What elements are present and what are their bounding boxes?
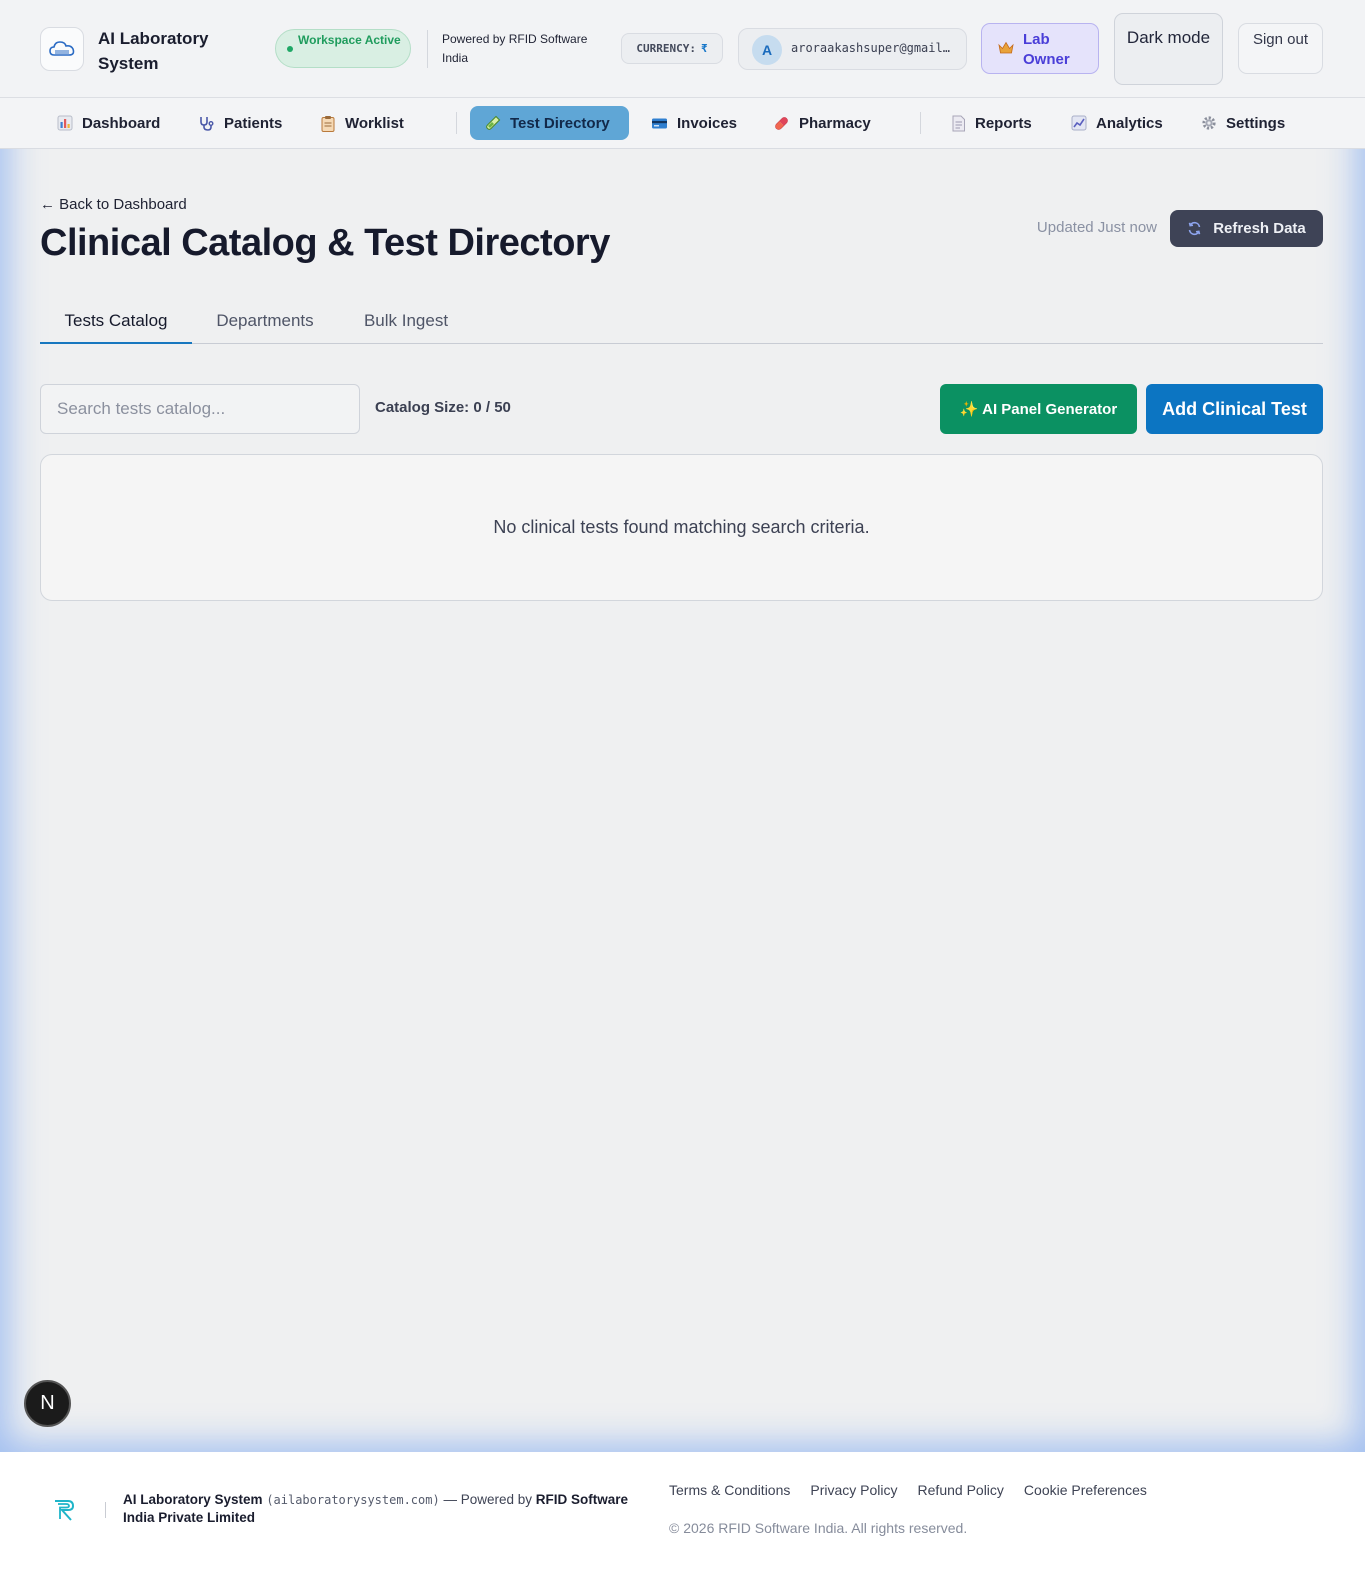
crown-icon [998,41,1014,54]
test-tube-icon [486,115,501,130]
tab-departments[interactable]: Departments [201,300,329,344]
refresh-data-button[interactable]: Refresh Data [1170,210,1323,247]
catalog-tabs: Tests Catalog Departments Bulk Ingest [40,300,1323,344]
bar-chart-icon [57,115,73,131]
nav-item-invoices[interactable]: Invoices [636,106,752,140]
add-clinical-test-label: Add Clinical Test [1162,398,1307,419]
floating-n-badge[interactable]: N [24,1380,71,1427]
empty-state-message: No clinical tests found matching search … [493,517,870,537]
ai-panel-generator-label: ✨ AI Panel Generator [959,401,1118,418]
tab-bulk-ingest[interactable]: Bulk Ingest [349,300,463,344]
copyright-text: © 2026 RFID Software India. All rights r… [669,1520,968,1536]
powered-by-text: Powered by RFID Software India [442,32,588,65]
nav-label: Patients [224,114,283,132]
status-text: Workspace Active [298,33,401,47]
app-logo[interactable] [40,27,84,71]
back-to-dashboard-link[interactable]: ← Back to Dashboard [40,196,187,213]
workspace-status-badge: Workspace Active [275,29,411,68]
line-chart-icon [1071,115,1087,131]
avatar: A [752,35,782,65]
nav-label: Analytics [1096,114,1163,132]
role-badge-button[interactable]: Lab Owner [981,23,1099,74]
nav-item-settings[interactable]: Settings [1186,106,1300,140]
ai-panel-generator-button[interactable]: ✨ AI Panel Generator [940,384,1137,434]
main-nav: Dashboard Patients Worklist Test Directo… [0,98,1365,149]
footer-powered-prefix: — Powered by [439,1492,536,1507]
nav-label: Test Directory [510,114,610,132]
currency-symbol: ₹ [700,42,708,55]
nav-divider [456,112,457,134]
nav-label: Pharmacy [799,114,871,132]
nav-label: Invoices [677,114,738,132]
app-frame: AI Laboratory System Workspace Active Po… [0,0,1365,1452]
last-updated-text: Updated Just now [1036,219,1157,236]
nav-item-dashboard[interactable]: Dashboard [42,106,175,140]
nav-label: Reports [975,114,1032,132]
cookie-preferences-link[interactable]: Cookie Preferences [1024,1482,1147,1498]
refund-link[interactable]: Refund Policy [918,1482,1004,1498]
footer-r-logo-icon [55,1500,75,1521]
nav-item-worklist[interactable]: Worklist [305,106,419,140]
nav-item-patients[interactable]: Patients [183,106,297,140]
stethoscope-icon [200,116,214,131]
nav-item-reports[interactable]: Reports [936,106,1047,140]
nav-label: Settings [1226,114,1286,132]
refresh-label: Refresh Data [1213,220,1306,237]
footer-divider [105,1502,106,1518]
refresh-icon [1188,221,1201,236]
page-title: Clinical Catalog & Test Directory [40,222,610,264]
user-account-chip[interactable]: A aroraakashsuper@gmail.com [738,28,967,70]
role-label: Lab Owner [1023,31,1070,68]
sign-out-button[interactable]: Sign out [1238,23,1323,74]
document-icon [952,115,965,131]
clipboard-icon [321,115,335,132]
nav-item-test-directory[interactable]: Test Directory [470,106,629,140]
add-clinical-test-button[interactable]: Add Clinical Test [1146,384,1323,434]
nav-label: Dashboard [82,114,161,132]
terms-link[interactable]: Terms & Conditions [669,1482,790,1498]
privacy-link[interactable]: Privacy Policy [810,1482,897,1498]
gear-icon [1202,116,1216,130]
nav-divider [920,112,921,134]
footer-brand-name: AI Laboratory System [123,1492,263,1507]
nav-label: Worklist [345,114,404,132]
catalog-size-text: Catalog Size: 0 / 50 [375,399,511,416]
currency-label: CURRENCY: [636,42,696,55]
footer-brand-text: AI Laboratory System (ailaboratorysystem… [123,1491,643,1527]
top-header: AI Laboratory System Workspace Active Po… [0,0,1365,98]
credit-card-icon [652,118,667,128]
footer-links: Terms & Conditions Privacy Policy Refund… [669,1482,1147,1498]
user-email: aroraakashsuper@gmail.com [791,41,956,55]
pill-icon [775,116,788,130]
nav-item-pharmacy[interactable]: Pharmacy [758,106,886,140]
dark-mode-button[interactable]: Dark mode [1114,13,1223,85]
empty-results-card: No clinical tests found matching search … [40,454,1323,601]
cloud-logo-icon [49,41,75,56]
header-divider [427,30,428,68]
tab-tests-catalog[interactable]: Tests Catalog [40,300,192,344]
site-footer: AI Laboratory System (ailaboratorysystem… [0,1452,1365,1570]
currency-chip[interactable]: CURRENCY: ₹ [621,33,723,64]
footer-domain: (ailaboratorysystem.com) [266,1493,440,1507]
nav-item-analytics[interactable]: Analytics [1056,106,1178,140]
status-dot-icon [287,46,293,52]
search-tests-input[interactable] [40,384,360,434]
app-title: AI Laboratory System [98,29,209,73]
